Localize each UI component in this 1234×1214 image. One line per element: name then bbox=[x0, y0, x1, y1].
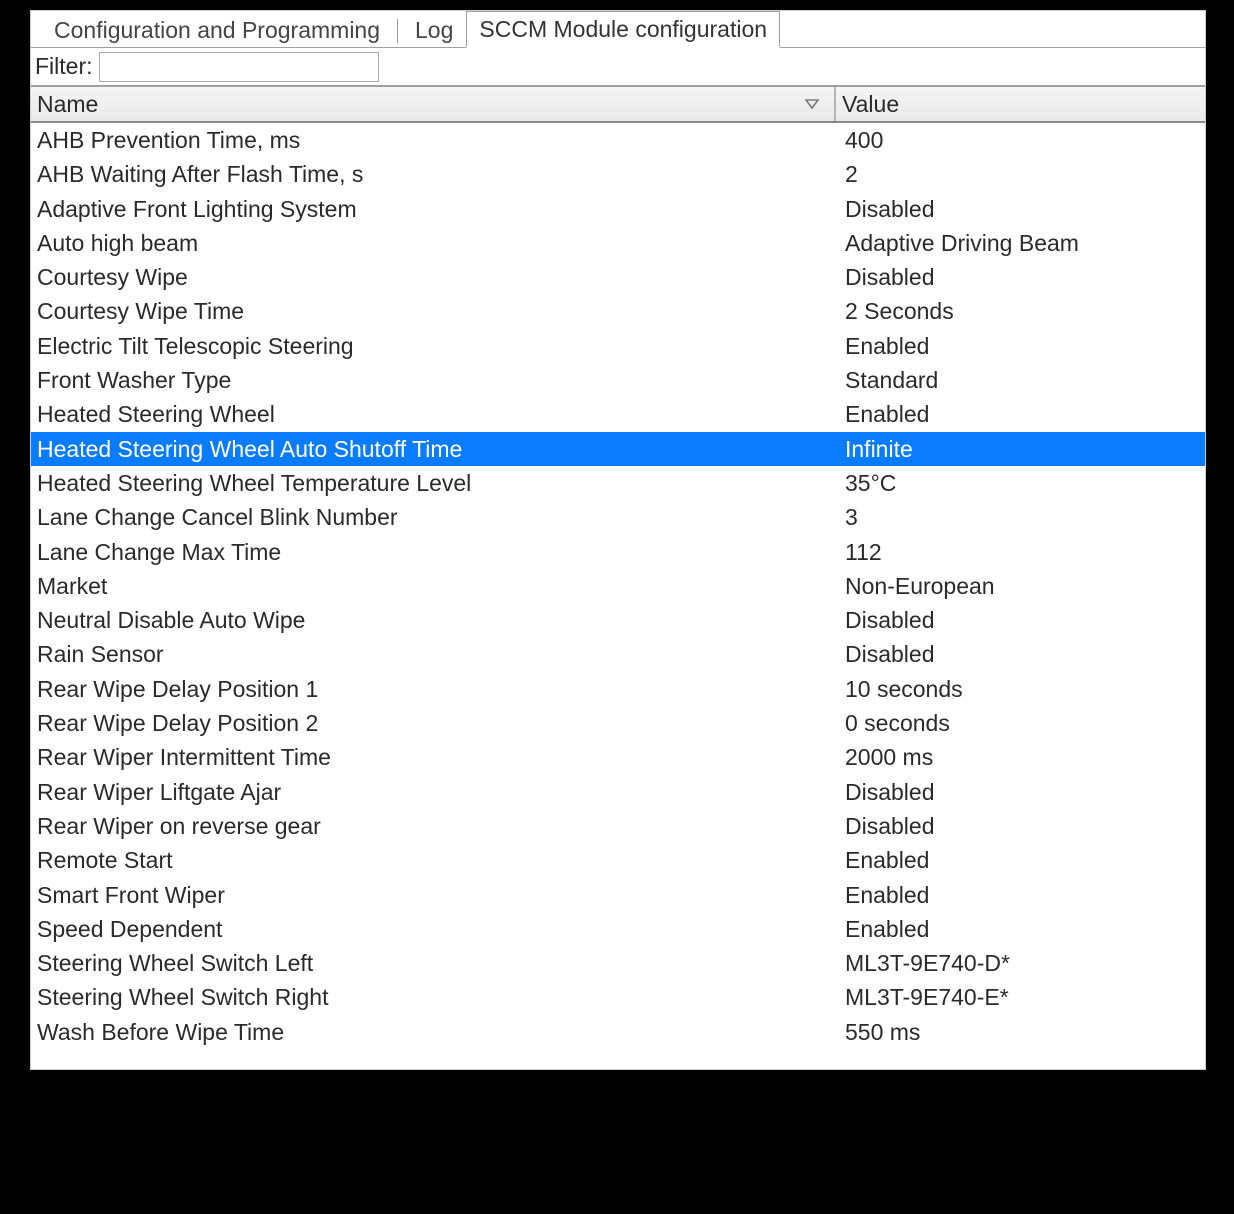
parameter-value: Disabled bbox=[835, 603, 1205, 637]
parameter-value: Infinite bbox=[835, 432, 1205, 466]
parameter-name: Courtesy Wipe Time bbox=[31, 294, 835, 328]
parameter-value: Enabled bbox=[835, 397, 1205, 431]
parameter-name: Rear Wiper on reverse gear bbox=[31, 809, 835, 843]
parameter-name: Rain Sensor bbox=[31, 637, 835, 671]
parameter-name: Auto high beam bbox=[31, 226, 835, 260]
parameter-value: Enabled bbox=[835, 912, 1205, 946]
table-row[interactable]: MarketNon-European bbox=[31, 569, 1205, 603]
parameter-value: 0 seconds bbox=[835, 706, 1205, 740]
parameter-name: Rear Wipe Delay Position 1 bbox=[31, 672, 835, 706]
parameter-value: 112 bbox=[835, 535, 1205, 569]
table-row[interactable]: Rear Wiper on reverse gearDisabled bbox=[31, 809, 1205, 843]
table-row[interactable]: Heated Steering Wheel Temperature Level3… bbox=[31, 466, 1205, 500]
column-header-name[interactable]: Name bbox=[31, 87, 835, 121]
table-row[interactable]: Electric Tilt Telescopic SteeringEnabled bbox=[31, 329, 1205, 363]
parameter-value: Standard bbox=[835, 363, 1205, 397]
table-row[interactable]: Heated Steering Wheel Auto Shutoff TimeI… bbox=[31, 432, 1205, 466]
parameter-value: Enabled bbox=[835, 878, 1205, 912]
table-row[interactable]: Lane Change Cancel Blink Number3 bbox=[31, 500, 1205, 534]
parameter-value: 2 bbox=[835, 157, 1205, 191]
column-header-value-label: Value bbox=[842, 91, 899, 118]
parameter-value: Disabled bbox=[835, 775, 1205, 809]
table-header: Name Value bbox=[31, 87, 1205, 123]
parameter-value: 35°C bbox=[835, 466, 1205, 500]
parameter-name: AHB Waiting After Flash Time, s bbox=[31, 157, 835, 191]
tab-configuration[interactable]: Configuration and Programming bbox=[41, 12, 393, 47]
parameter-value: Disabled bbox=[835, 260, 1205, 294]
parameter-name: Neutral Disable Auto Wipe bbox=[31, 603, 835, 637]
parameter-name: Heated Steering Wheel Auto Shutoff Time bbox=[31, 432, 835, 466]
parameter-name: AHB Prevention Time, ms bbox=[31, 123, 835, 157]
table-row[interactable]: Rear Wiper Liftgate AjarDisabled bbox=[31, 775, 1205, 809]
parameter-value: Non-European bbox=[835, 569, 1205, 603]
table-row[interactable]: AHB Waiting After Flash Time, s2 bbox=[31, 157, 1205, 191]
parameter-name: Electric Tilt Telescopic Steering bbox=[31, 329, 835, 363]
table-row[interactable]: Adaptive Front Lighting SystemDisabled bbox=[31, 192, 1205, 226]
parameter-name: Heated Steering Wheel bbox=[31, 397, 835, 431]
parameter-name: Smart Front Wiper bbox=[31, 878, 835, 912]
tab-bar: Configuration and Programming Log SCCM M… bbox=[31, 11, 1205, 47]
parameter-name: Rear Wiper Intermittent Time bbox=[31, 740, 835, 774]
parameter-name: Wash Before Wipe Time bbox=[31, 1015, 835, 1049]
parameter-name: Heated Steering Wheel Temperature Level bbox=[31, 466, 835, 500]
tab-log[interactable]: Log bbox=[402, 12, 466, 47]
table-row[interactable]: Neutral Disable Auto WipeDisabled bbox=[31, 603, 1205, 637]
parameter-name: Remote Start bbox=[31, 843, 835, 877]
table-row[interactable]: Rear Wiper Intermittent Time2000 ms bbox=[31, 740, 1205, 774]
table-row[interactable]: Rear Wipe Delay Position 110 seconds bbox=[31, 672, 1205, 706]
table-row[interactable]: Auto high beamAdaptive Driving Beam bbox=[31, 226, 1205, 260]
parameter-value: Disabled bbox=[835, 637, 1205, 671]
parameter-value: 400 bbox=[835, 123, 1205, 157]
parameter-value: 10 seconds bbox=[835, 672, 1205, 706]
tab-sccm-module[interactable]: SCCM Module configuration bbox=[466, 11, 780, 48]
table-row[interactable]: Lane Change Max Time112 bbox=[31, 535, 1205, 569]
parameter-value: 2000 ms bbox=[835, 740, 1205, 774]
parameter-name: Market bbox=[31, 569, 835, 603]
parameter-name: Lane Change Cancel Blink Number bbox=[31, 500, 835, 534]
column-header-value[interactable]: Value bbox=[835, 87, 1205, 121]
table-body: AHB Prevention Time, ms400AHB Waiting Af… bbox=[31, 123, 1205, 1049]
parameter-value: 3 bbox=[835, 500, 1205, 534]
parameter-name: Rear Wipe Delay Position 2 bbox=[31, 706, 835, 740]
column-header-name-label: Name bbox=[37, 91, 98, 118]
table-row[interactable]: Wash Before Wipe Time550 ms bbox=[31, 1015, 1205, 1049]
table-row[interactable]: AHB Prevention Time, ms400 bbox=[31, 123, 1205, 157]
table-row[interactable]: Steering Wheel Switch LeftML3T-9E740-D* bbox=[31, 946, 1205, 980]
table-row[interactable]: Courtesy WipeDisabled bbox=[31, 260, 1205, 294]
table-row[interactable]: Remote StartEnabled bbox=[31, 843, 1205, 877]
parameter-name: Lane Change Max Time bbox=[31, 535, 835, 569]
parameter-name: Adaptive Front Lighting System bbox=[31, 192, 835, 226]
table-row[interactable]: Rain SensorDisabled bbox=[31, 637, 1205, 671]
parameter-value: 550 ms bbox=[835, 1015, 1205, 1049]
table-row[interactable]: Heated Steering WheelEnabled bbox=[31, 397, 1205, 431]
table-row[interactable]: Courtesy Wipe Time2 Seconds bbox=[31, 294, 1205, 328]
table-row[interactable]: Steering Wheel Switch RightML3T-9E740-E* bbox=[31, 980, 1205, 1014]
parameter-name: Steering Wheel Switch Left bbox=[31, 946, 835, 980]
parameter-name: Rear Wiper Liftgate Ajar bbox=[31, 775, 835, 809]
sort-descending-icon bbox=[804, 98, 820, 110]
parameter-value: ML3T-9E740-E* bbox=[835, 980, 1205, 1014]
parameter-name: Steering Wheel Switch Right bbox=[31, 980, 835, 1014]
parameter-value: ML3T-9E740-D* bbox=[835, 946, 1205, 980]
parameter-value: Enabled bbox=[835, 329, 1205, 363]
parameter-value: 2 Seconds bbox=[835, 294, 1205, 328]
table-row[interactable]: Speed DependentEnabled bbox=[31, 912, 1205, 946]
filter-bar: Filter: bbox=[31, 47, 1205, 87]
parameter-value: Disabled bbox=[835, 809, 1205, 843]
config-window: Configuration and Programming Log SCCM M… bbox=[30, 10, 1206, 1070]
parameter-value: Enabled bbox=[835, 843, 1205, 877]
parameter-value: Adaptive Driving Beam bbox=[835, 226, 1205, 260]
table-row[interactable]: Smart Front WiperEnabled bbox=[31, 878, 1205, 912]
parameter-name: Courtesy Wipe bbox=[31, 260, 835, 294]
tab-separator bbox=[397, 19, 398, 43]
parameter-value: Disabled bbox=[835, 192, 1205, 226]
filter-input[interactable] bbox=[99, 52, 379, 82]
table-row[interactable]: Rear Wipe Delay Position 20 seconds bbox=[31, 706, 1205, 740]
parameter-name: Speed Dependent bbox=[31, 912, 835, 946]
filter-label: Filter: bbox=[35, 53, 99, 80]
table-row[interactable]: Front Washer TypeStandard bbox=[31, 363, 1205, 397]
parameter-name: Front Washer Type bbox=[31, 363, 835, 397]
